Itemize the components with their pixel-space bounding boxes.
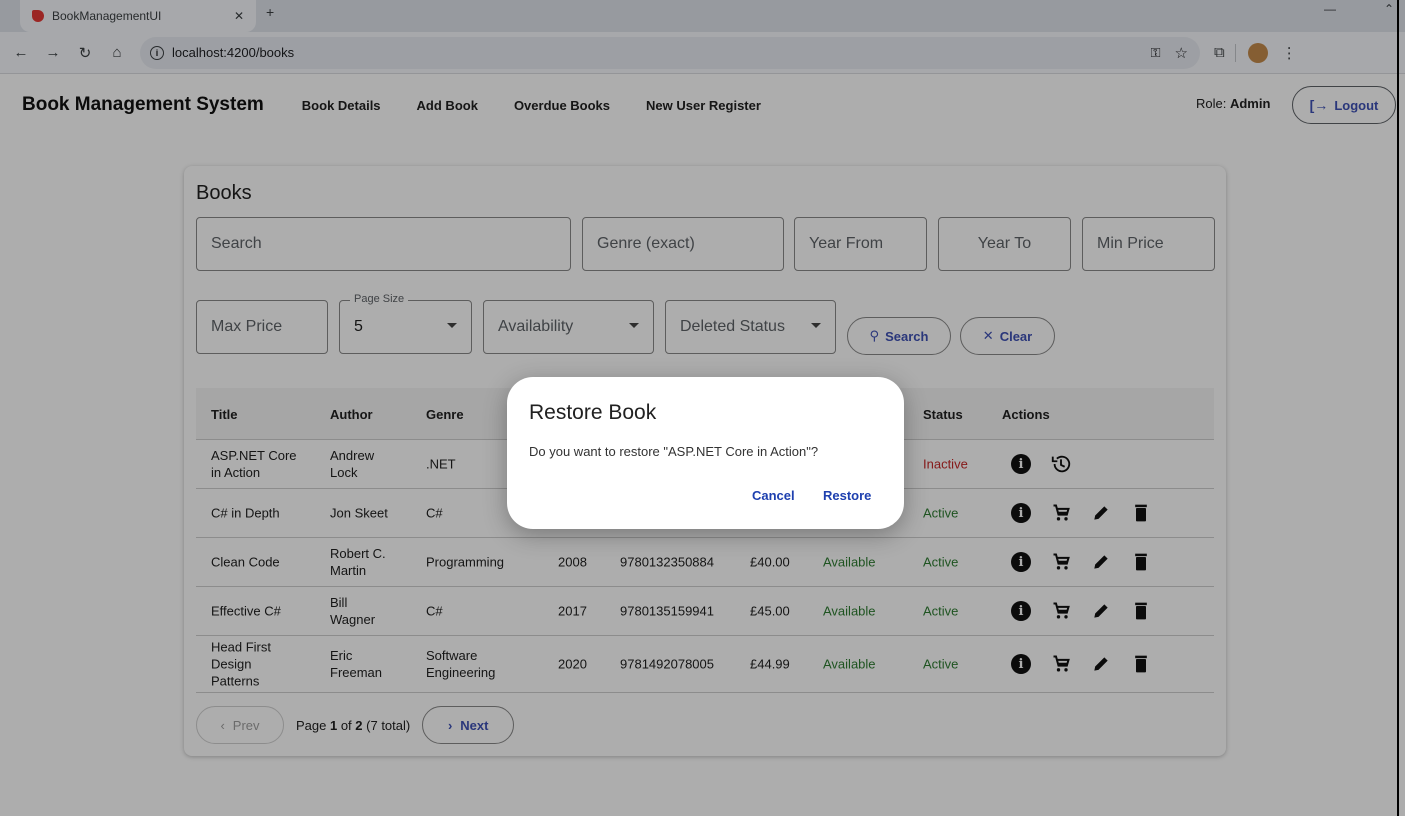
restore-button[interactable]: Restore bbox=[823, 488, 871, 503]
dialog-message: Do you want to restore "ASP.NET Core in … bbox=[529, 444, 819, 459]
cancel-button[interactable]: Cancel bbox=[752, 488, 795, 503]
restore-book-dialog: Restore Book Do you want to restore "ASP… bbox=[507, 377, 904, 529]
dialog-title: Restore Book bbox=[529, 401, 657, 424]
window-edge bbox=[1397, 0, 1399, 816]
